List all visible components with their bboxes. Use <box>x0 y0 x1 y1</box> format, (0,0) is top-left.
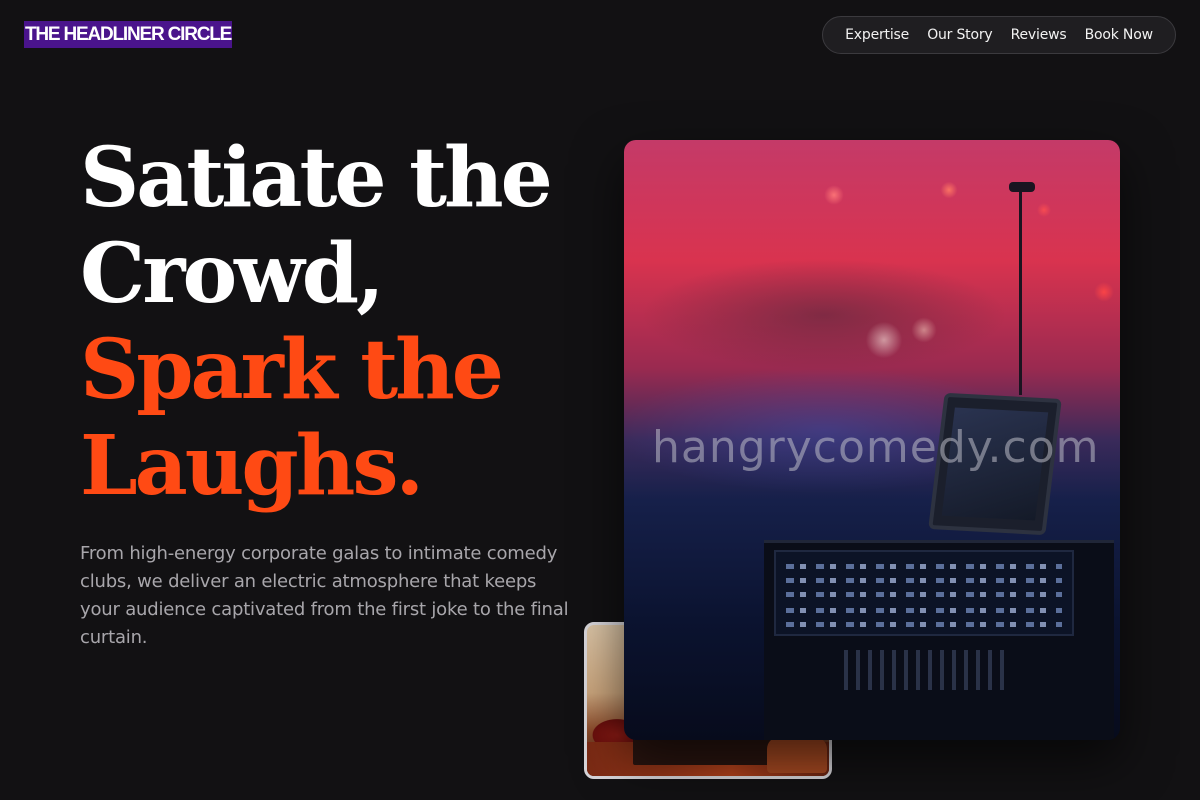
mic-stand <box>1019 185 1022 395</box>
nav-link-our-story[interactable]: Our Story <box>923 21 996 49</box>
headline-line-1: Satiate the <box>80 130 553 226</box>
nav-link-reviews[interactable]: Reviews <box>1007 21 1071 49</box>
console-screen <box>774 550 1074 636</box>
venue-chair <box>767 737 827 773</box>
nav-link-book-now[interactable]: Book Now <box>1081 21 1157 49</box>
console-knobs <box>844 650 1004 690</box>
hero-description: From high-energy corporate galas to inti… <box>80 543 569 648</box>
photo-watermark: hangrycomedy.com <box>652 422 1100 473</box>
mic-stand-top <box>1009 182 1035 192</box>
headline-line-3: Spark the <box>80 322 504 418</box>
hero-headline: Satiate the Crowd, Spark the Laughs. <box>80 130 553 514</box>
headline-line-2: Crowd, <box>80 226 385 322</box>
headline-line-4: Laughs. <box>80 418 424 514</box>
main-nav: Expertise Our Story Reviews Book Now <box>822 16 1176 54</box>
brand-logo[interactable]: THE HEADLINER CIRCLE <box>24 21 232 48</box>
nav-link-expertise[interactable]: Expertise <box>841 21 913 49</box>
concert-photo-main: hangrycomedy.com <box>624 140 1120 740</box>
